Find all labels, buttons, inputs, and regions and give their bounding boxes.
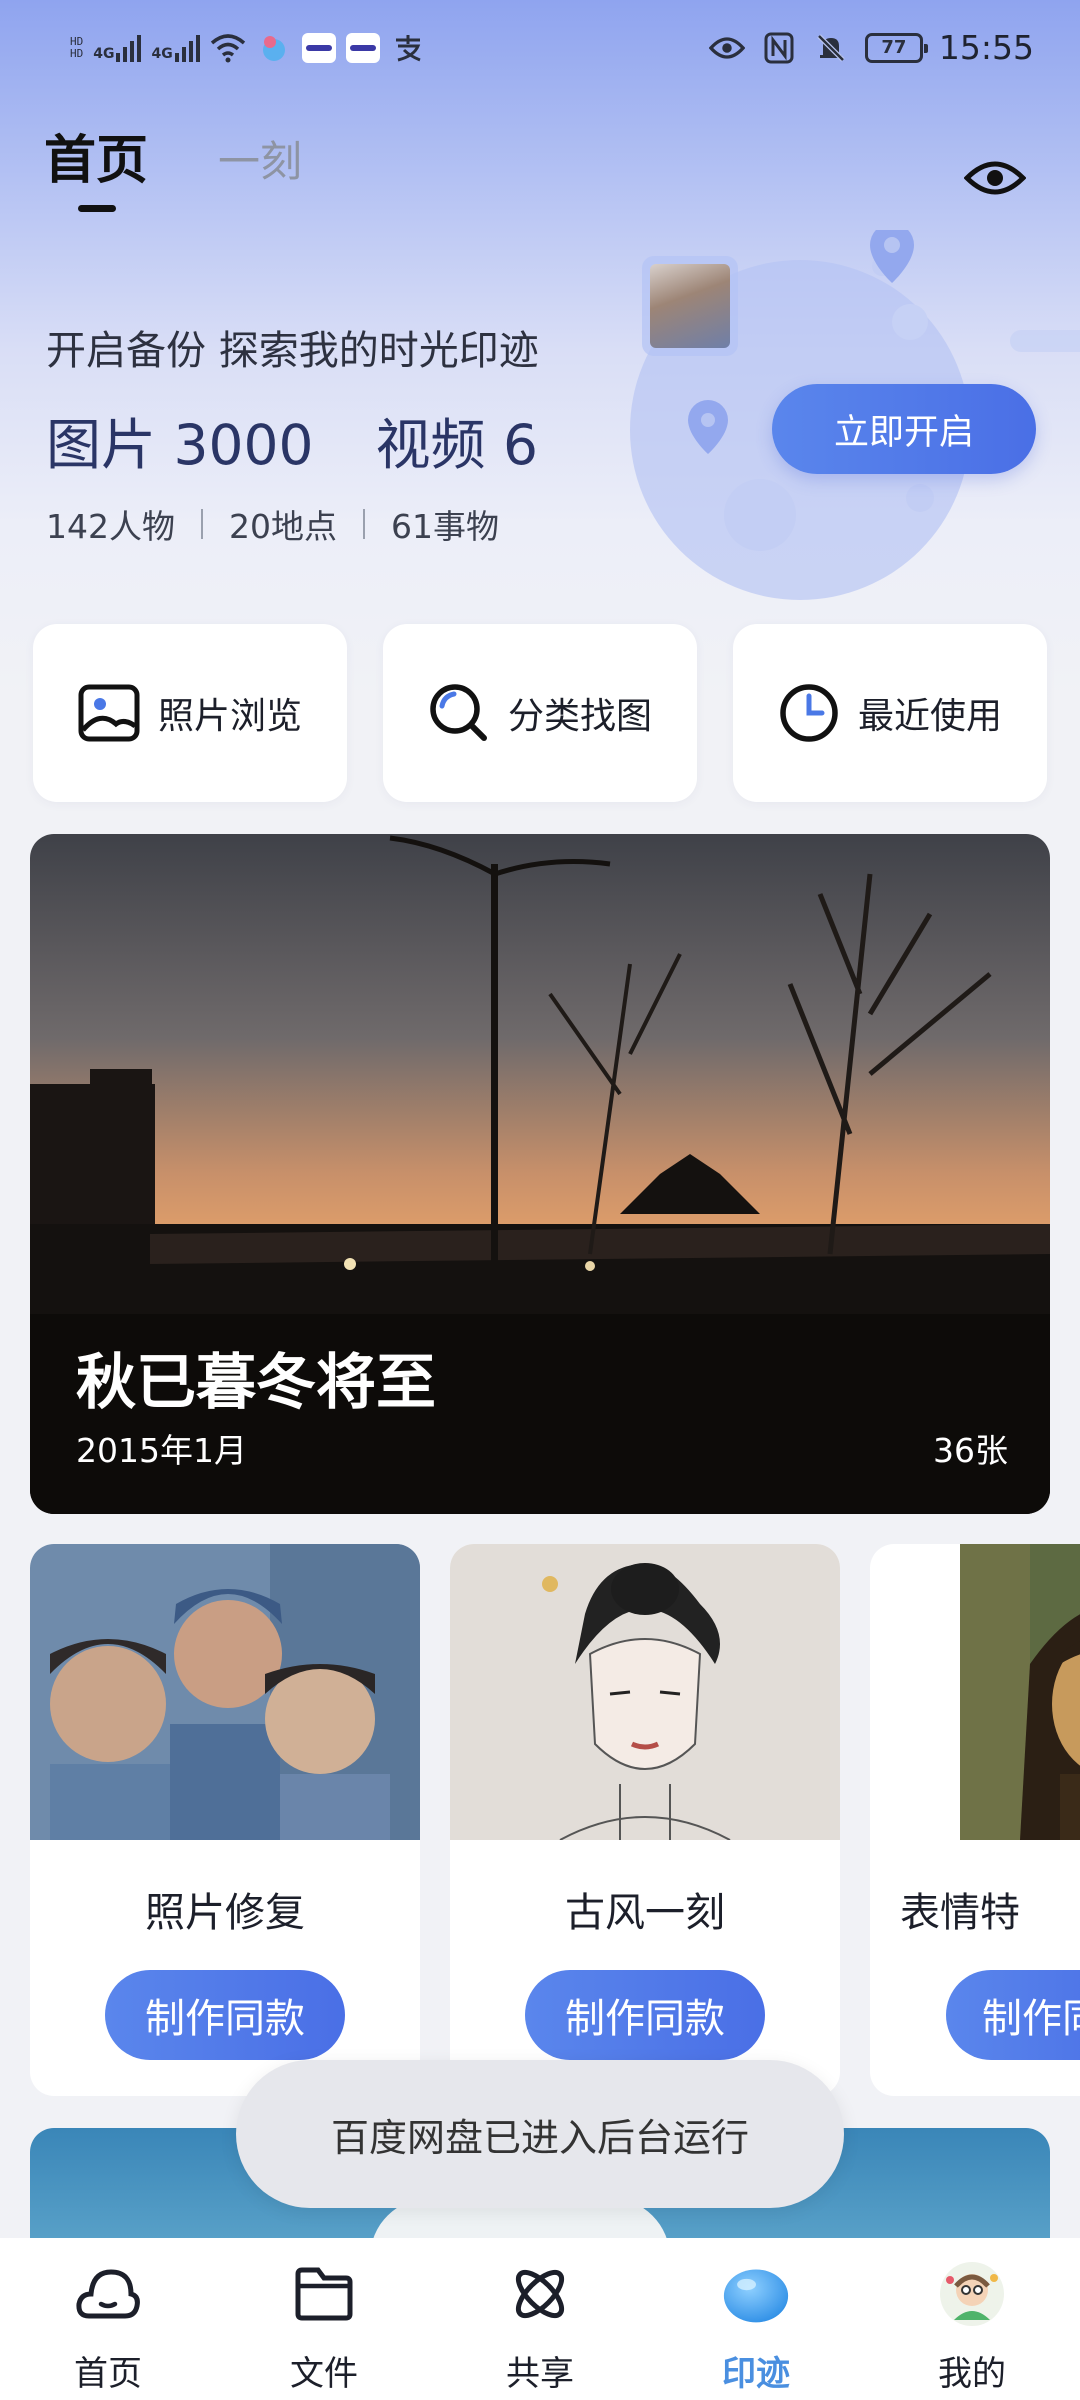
toast-message: 百度网盘已进入后台运行 bbox=[236, 2060, 844, 2208]
status-left: HD HD 4G 4G bbox=[70, 30, 426, 66]
app-notification-icon bbox=[256, 30, 292, 66]
make-same-button[interactable]: 制作同款 bbox=[525, 1970, 765, 2060]
family-photo-thumbnail bbox=[30, 1544, 420, 1840]
template-name: 表情特 bbox=[900, 1890, 1020, 1936]
divider bbox=[363, 509, 365, 539]
memory-date: 2015年1月 bbox=[76, 1431, 247, 1470]
tab-active-indicator bbox=[78, 205, 116, 212]
people-count: 142人物 bbox=[46, 507, 175, 546]
media-stats: 图片 3000 视频 6 bbox=[46, 400, 538, 480]
nav-label: 共享 bbox=[506, 2354, 574, 2394]
app-notification-icon bbox=[345, 33, 380, 63]
nav-item-mine[interactable]: 我的 bbox=[864, 2238, 1080, 2400]
photo-browse-icon bbox=[78, 684, 140, 742]
blue-orb-icon bbox=[722, 2260, 790, 2328]
nav-label: 文件 bbox=[290, 2354, 358, 2394]
quick-action-label: 照片浏览 bbox=[157, 696, 302, 737]
nav-item-footprint[interactable]: 印迹 bbox=[648, 2238, 864, 2400]
mona-lisa-thumbnail bbox=[960, 1544, 1080, 1840]
avatar-icon bbox=[938, 2260, 1006, 2328]
wifi-icon bbox=[210, 30, 246, 66]
template-card-expression[interactable]: 表情特 制作同 bbox=[870, 1544, 1080, 2096]
tab-moment[interactable]: 一刻 bbox=[218, 128, 302, 189]
nav-label: 首页 bbox=[74, 2354, 142, 2394]
status-bar: HD HD 4G 4G 77 15:55 bbox=[0, 0, 1080, 100]
enable-backup-button[interactable]: 立即开启 bbox=[772, 384, 1036, 474]
template-name: 古风一刻 bbox=[565, 1890, 725, 1936]
template-card-photo-repair[interactable]: 照片修复 制作同款 bbox=[30, 1544, 420, 2096]
make-same-button[interactable]: 制作同款 bbox=[105, 1970, 345, 2060]
nav-label: 印迹 bbox=[722, 2354, 790, 2394]
clock-icon bbox=[780, 684, 838, 742]
places-count: 20地点 bbox=[229, 507, 337, 546]
privacy-toggle-button[interactable] bbox=[960, 148, 1030, 208]
quick-action-label: 最近使用 bbox=[857, 696, 1002, 737]
nav-item-files[interactable]: 文件 bbox=[216, 2238, 432, 2400]
folder-icon bbox=[290, 2260, 358, 2328]
template-card-ancient-style[interactable]: 古风一刻 制作同款 bbox=[450, 1544, 840, 2096]
app-notification-icon bbox=[301, 33, 336, 63]
hd-badge: HD HD bbox=[70, 36, 83, 60]
quick-action-recent[interactable]: 最近使用 bbox=[733, 624, 1047, 802]
template-name: 照片修复 bbox=[145, 1890, 305, 1936]
quick-action-label: 分类找图 bbox=[507, 696, 652, 737]
nav-item-home[interactable]: 首页 bbox=[0, 2238, 216, 2400]
battery-icon: 77 bbox=[864, 32, 928, 63]
memory-photo-count: 36张 bbox=[933, 1431, 1008, 1470]
signal-icon: 4G bbox=[151, 34, 200, 62]
status-right: 77 15:55 bbox=[708, 28, 1034, 67]
memory-card[interactable]: 秋已暮冬将至 2015年1月 36张 bbox=[30, 834, 1050, 1514]
make-same-button[interactable]: 制作同 bbox=[946, 1970, 1080, 2060]
eye-icon bbox=[708, 30, 745, 66]
memory-title: 秋已暮冬将至 bbox=[76, 1348, 436, 1418]
quick-action-photo-browse[interactable]: 照片浏览 bbox=[33, 624, 347, 802]
photo-count: 图片 3000 bbox=[46, 413, 314, 477]
atom-share-icon bbox=[506, 2260, 574, 2328]
eye-icon bbox=[964, 161, 1026, 195]
bottom-navigation: 首页 文件 共享 印迹 我的 bbox=[0, 2238, 1080, 2400]
hd-bottom: HD bbox=[70, 47, 84, 60]
nav-item-share[interactable]: 共享 bbox=[432, 2238, 648, 2400]
ancient-portrait-thumbnail bbox=[450, 1544, 840, 1840]
video-count: 视频 6 bbox=[375, 413, 538, 477]
network-type-2: 4G bbox=[151, 46, 173, 62]
nfc-icon bbox=[761, 30, 797, 66]
alipay-icon bbox=[390, 30, 426, 66]
backup-prompt: 开启备份 探索我的时光印迹 bbox=[46, 328, 539, 374]
things-count: 61事物 bbox=[391, 507, 499, 546]
battery-level: 77 bbox=[881, 37, 907, 58]
tab-home[interactable]: 首页 bbox=[44, 118, 148, 193]
category-search-icon bbox=[430, 684, 487, 741]
nav-label: 我的 bbox=[938, 2354, 1006, 2394]
clock-time: 15:55 bbox=[938, 28, 1034, 67]
mute-bell-icon bbox=[813, 30, 849, 66]
signal-icon: 4G bbox=[93, 34, 142, 62]
cloud-home-icon bbox=[74, 2260, 142, 2328]
quick-action-category-search[interactable]: 分类找图 bbox=[383, 624, 697, 802]
divider bbox=[201, 509, 203, 539]
hero-photo-thumbnail bbox=[642, 256, 738, 356]
tag-stats: 142人物 20地点 61事物 bbox=[46, 500, 499, 548]
network-type-1: 4G bbox=[93, 46, 115, 62]
